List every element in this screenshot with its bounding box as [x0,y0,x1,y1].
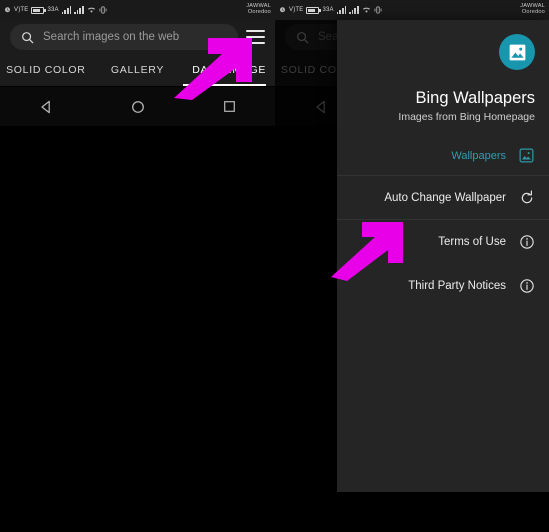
status-bar-left-icons: V)TE 33A [4,6,246,14]
home-circle-icon[interactable] [130,99,146,115]
drawer-item-terms-of-use-label: Terms of Use [438,236,506,248]
drawer-app-subtitle: Images from Bing Homepage [398,111,535,123]
image-mountain-glyph [509,44,525,60]
screenshot-stage: V)TE 33A JAWWAL Ooredoo Search images on… [0,0,549,532]
search-bar-row: Search images on the web [0,20,275,54]
search-input[interactable]: Search images on the web [10,24,238,50]
search-icon [22,31,34,43]
tab-active-indicator [183,84,266,86]
status-bar: V)TE 33A JAWWAL Ooredoo [275,0,549,20]
drawer-item-third-party-notices-label: Third Party Notices [408,280,506,292]
vibrate-icon [99,6,106,14]
status-bar: V)TE 33A JAWWAL Ooredoo [0,0,275,20]
carrier-line-2: Ooredoo [521,9,545,15]
carrier-label: JAWWAL Ooredoo [520,3,545,16]
battery-percent-label: 33A [47,7,59,13]
bing-wallpapers-app-icon [499,34,535,70]
drawer-header: Bing Wallpapers Images from Bing Homepag… [337,20,549,135]
phone-screen-right: V)TE 33A JAWWAL Ooredoo Search images on… [275,0,549,532]
signal-bars-icon-1 [336,6,347,14]
signal-bars-icon-1 [61,6,72,14]
drawer-item-wallpapers-label: Wallpapers [451,149,506,162]
alarm-icon [4,7,11,13]
volte-label: V)TE [289,7,304,13]
tab-solid-color[interactable]: SOLID COLOR [0,64,92,76]
back-triangle-icon[interactable] [38,99,54,115]
image-icon [519,148,534,163]
drawer-item-auto-change-wallpaper-label: Auto Change Wallpaper [384,191,506,204]
phone-screen-left: V)TE 33A JAWWAL Ooredoo Search images on… [0,0,275,532]
battery-icon [306,6,321,14]
wifi-icon [362,7,370,13]
info-icon [520,235,534,249]
drawer-app-title: Bing Wallpapers [415,89,535,107]
drawer-item-wallpapers[interactable]: Wallpapers [337,135,549,176]
info-icon [520,279,534,293]
signal-bars-icon-2 [74,6,84,14]
battery-icon [31,6,46,14]
refresh-icon [521,189,533,203]
vibrate-icon [374,6,381,14]
drawer-item-auto-change-wallpaper[interactable]: Auto Change Wallpaper [337,176,549,220]
drawer-item-third-party-notices[interactable]: Third Party Notices [337,264,549,308]
battery-percent-label: 33A [322,7,334,13]
drawer-item-terms-of-use[interactable]: Terms of Use [337,220,549,264]
wifi-icon [87,7,95,13]
tab-daily-image[interactable]: DAILY IMAGE [183,64,275,76]
recents-square-icon[interactable] [222,99,237,114]
navigation-drawer: Bing Wallpapers Images from Bing Homepag… [337,20,549,492]
hamburger-menu-icon[interactable] [246,30,265,44]
tab-gallery[interactable]: GALLERY [92,64,184,76]
search-placeholder: Search images on the web [43,31,180,43]
carrier-label: JAWWAL Ooredoo [246,3,271,16]
tab-bar: SOLID COLOR GALLERY DAILY IMAGE [0,54,275,86]
signal-bars-icon-2 [349,6,359,14]
status-bar-left-icons: V)TE 33A [279,6,520,14]
volte-label: V)TE [14,7,29,13]
alarm-icon [279,7,286,13]
carrier-line-2: Ooredoo [247,9,271,15]
android-nav-bar [0,86,275,126]
